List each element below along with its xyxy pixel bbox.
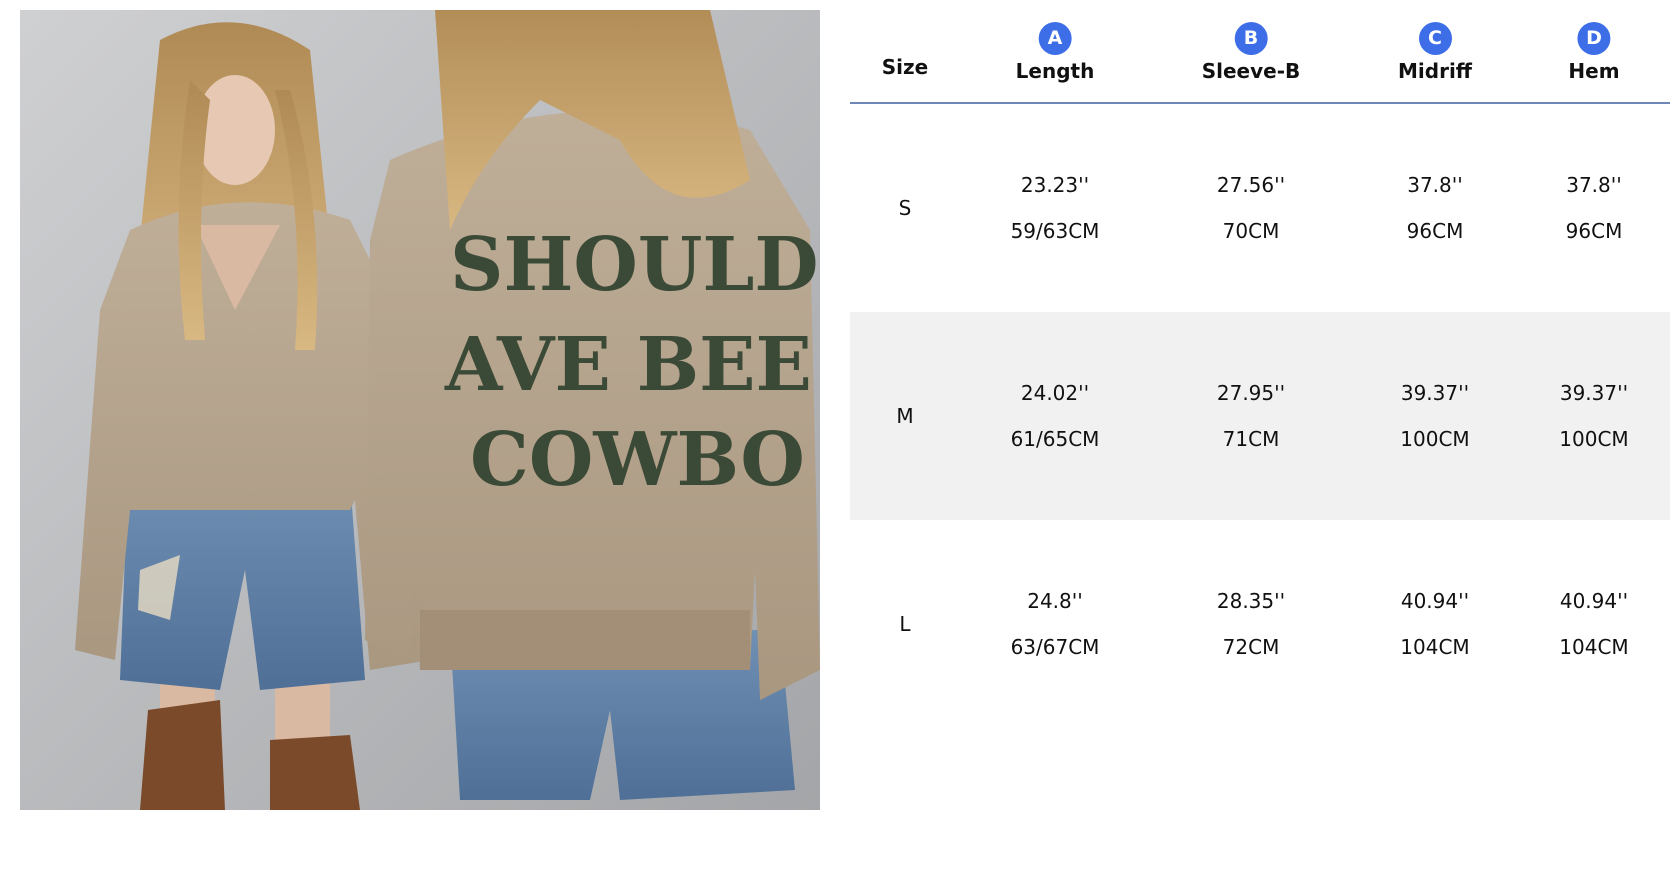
column-label: Midriff <box>1398 59 1472 83</box>
size-cell: L <box>899 612 911 636</box>
knit-line-1: SHOULD <box>450 222 819 308</box>
inch-value: 37.8'' <box>1407 173 1463 197</box>
measurement-cell: 39.37'' 100CM <box>1559 312 1628 520</box>
inch-value: 40.94'' <box>1400 589 1470 613</box>
measurement-cell: 40.94'' 104CM <box>1400 520 1469 728</box>
size-chart-table: Size A Length B Sleeve-B C Midriff D Hem… <box>850 10 1670 728</box>
table-row: S 23.23'' 59/63CM 27.56'' 70CM 37.8'' 96… <box>850 104 1670 312</box>
inch-value: 27.56'' <box>1216 173 1286 197</box>
inch-value: 24.8'' <box>1027 589 1083 613</box>
badge-c: C <box>1418 22 1452 55</box>
measurement-cell: 39.37'' 100CM <box>1400 312 1469 520</box>
measurement-cell: 27.95'' 71CM <box>1217 312 1285 520</box>
table-header: Size A Length B Sleeve-B C Midriff D Hem <box>850 10 1670 104</box>
inch-value: 39.37'' <box>1559 381 1629 405</box>
table-row: M 24.02'' 61/65CM 27.95'' 71CM 39.37'' 1… <box>850 312 1670 520</box>
cm-value: 100CM <box>1559 427 1629 451</box>
measurement-cell: 28.35'' 72CM <box>1217 520 1285 728</box>
column-label: Hem <box>1568 59 1620 83</box>
cm-value: 72CM <box>1222 635 1280 659</box>
product-illustration: SHOULD AVE BEE COWBO <box>20 10 820 810</box>
knit-line-2: AVE BEE <box>444 322 812 408</box>
cm-value: 61/65CM <box>1010 427 1100 451</box>
badge-d: D <box>1577 22 1611 55</box>
measurement-cell: 24.8'' 63/67CM <box>1011 520 1100 728</box>
length-column-header: A Length <box>1015 10 1095 102</box>
inch-value: 23.23'' <box>1020 173 1090 197</box>
badge-b: B <box>1234 22 1268 55</box>
knit-line-3: COWBO <box>470 417 805 503</box>
cm-value: 96CM <box>1565 219 1623 243</box>
measurement-cell: 24.02'' 61/65CM <box>1011 312 1100 520</box>
cm-value: 59/63CM <box>1010 219 1100 243</box>
cm-value: 70CM <box>1222 219 1280 243</box>
measurement-cell: 27.56'' 70CM <box>1217 104 1285 312</box>
inch-value: 40.94'' <box>1559 589 1629 613</box>
size-cell: M <box>896 404 914 428</box>
table-row: L 24.8'' 63/67CM 28.35'' 72CM 40.94'' 10… <box>850 520 1670 728</box>
size-cell: S <box>898 196 912 220</box>
column-label: Sleeve-B <box>1201 59 1301 83</box>
inch-value: 39.37'' <box>1400 381 1470 405</box>
midriff-column-header: C Midriff <box>1398 10 1472 102</box>
column-label: Length <box>1015 59 1095 83</box>
inch-value: 24.02'' <box>1020 381 1090 405</box>
inch-value: 37.8'' <box>1566 173 1622 197</box>
cm-value: 100CM <box>1400 427 1470 451</box>
product-photo: SHOULD AVE BEE COWBO <box>20 10 820 810</box>
measurement-cell: 37.8'' 96CM <box>1566 104 1623 312</box>
cm-value: 104CM <box>1400 635 1470 659</box>
inch-value: 27.95'' <box>1216 381 1286 405</box>
inch-value: 28.35'' <box>1216 589 1286 613</box>
measurement-cell: 40.94'' 104CM <box>1559 520 1628 728</box>
cm-value: 63/67CM <box>1010 635 1100 659</box>
sleeve-column-header: B Sleeve-B <box>1201 10 1301 102</box>
size-column-header: Size <box>881 55 929 79</box>
measurement-cell: 37.8'' 96CM <box>1407 104 1464 312</box>
hem-column-header: D Hem <box>1568 10 1620 102</box>
cm-value: 96CM <box>1406 219 1464 243</box>
cm-value: 71CM <box>1222 427 1280 451</box>
badge-a: A <box>1038 22 1072 55</box>
measurement-cell: 23.23'' 59/63CM <box>1011 104 1100 312</box>
cm-value: 104CM <box>1559 635 1629 659</box>
